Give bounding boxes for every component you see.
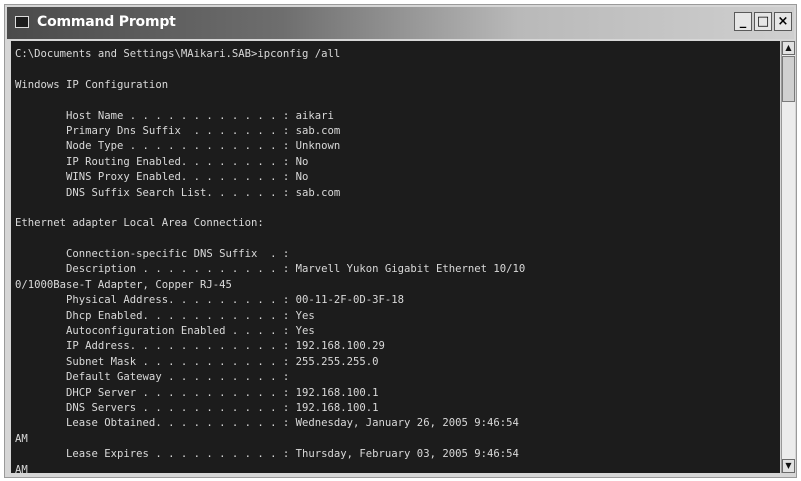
console-line: Description . . . . . . . . . . . : Marv… [15,263,526,276]
console-line: Dhcp Enabled. . . . . . . . . . . : Yes [15,309,315,322]
console-line: Default Gateway . . . . . . . . . : [15,371,290,384]
console-line: Lease Expires . . . . . . . . . . : Thur… [15,448,519,461]
console-line: WINS Proxy Enabled. . . . . . . . : No [15,171,309,184]
console-line: Connection-specific DNS Suffix . : [15,248,290,261]
vertical-scrollbar[interactable]: ▲ ▼ [781,41,795,473]
console-line: 0/1000Base-T Adapter, Copper RJ-45 [15,278,232,291]
console-line: AM [15,463,28,473]
console-line: AM [15,432,28,445]
scroll-up-arrow-icon[interactable]: ▲ [782,41,795,55]
console-line: Primary Dns Suffix . . . . . . . : sab.c… [15,124,341,137]
console-text: C:\Documents and Settings\MAikari.SAB>ip… [11,41,780,473]
console-line: IP Routing Enabled. . . . . . . . : No [15,155,309,168]
scroll-down-arrow-icon[interactable]: ▼ [782,459,795,473]
minimize-button[interactable]: _ [734,12,752,31]
maximize-button[interactable]: □ [754,12,772,31]
title-bar[interactable]: Command Prompt _ □ × [7,7,794,39]
console-line: Host Name . . . . . . . . . . . . : aika… [15,109,334,122]
close-button[interactable]: × [774,12,792,31]
console-line: IP Address. . . . . . . . . . . . : 192.… [15,340,385,353]
console-line: DHCP Server . . . . . . . . . . . : 192.… [15,386,379,399]
console-line: Windows IP Configuration [15,78,169,91]
console-line: Lease Obtained. . . . . . . . . . : Wedn… [15,417,519,430]
console-line: Ethernet adapter Local Area Connection: [15,217,264,230]
console-output[interactable]: C:\Documents and Settings\MAikari.SAB>ip… [11,41,780,473]
console-line: Autoconfiguration Enabled . . . . : Yes [15,325,315,338]
command-prompt-window: Command Prompt _ □ × C:\Documents and Se… [4,4,797,478]
console-line: Node Type . . . . . . . . . . . . : Unkn… [15,140,341,153]
window-controls: _ □ × [734,12,792,31]
console-icon [15,16,29,28]
console-line: Physical Address. . . . . . . . . : 00-1… [15,294,405,307]
console-line: DNS Servers . . . . . . . . . . . : 192.… [15,401,379,414]
scrollbar-thumb[interactable] [782,56,795,102]
console-line: C:\Documents and Settings\MAikari.SAB>ip… [15,48,341,60]
window-title: Command Prompt [37,14,176,30]
console-line: Subnet Mask . . . . . . . . . . . : 255.… [15,355,379,368]
console-line: DNS Suffix Search List. . . . . . : sab.… [15,186,341,199]
